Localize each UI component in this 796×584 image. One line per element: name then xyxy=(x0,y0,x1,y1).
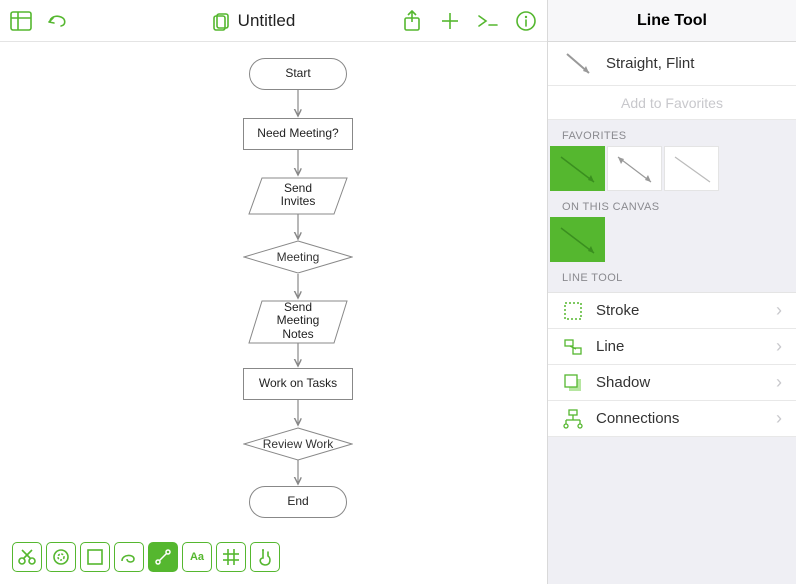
oncanvas-swatch-1[interactable] xyxy=(550,217,605,262)
section-linetool-label: LINE TOOL xyxy=(548,262,796,288)
inspector-panel: Line Tool Straight, Flint Add to Favorit… xyxy=(548,0,796,584)
main-area: Untitled xyxy=(0,0,548,584)
bottom-toolbar: Aa xyxy=(12,542,280,572)
documents-icon xyxy=(212,11,232,31)
console-icon[interactable] xyxy=(477,10,499,32)
line-preview-icon xyxy=(564,51,594,77)
shadow-icon xyxy=(562,373,584,393)
tool-touch[interactable] xyxy=(250,542,280,572)
tool-freehand[interactable] xyxy=(114,542,144,572)
document-title: Untitled xyxy=(238,11,296,31)
sidebar-icon[interactable] xyxy=(10,10,32,32)
tool-scissors[interactable] xyxy=(12,542,42,572)
line-preview[interactable]: Straight, Flint xyxy=(548,42,796,86)
line-tool-list: Stroke › Line › Shadow › xyxy=(548,292,796,437)
line-preview-label: Straight, Flint xyxy=(606,55,694,72)
list-item-stroke[interactable]: Stroke › xyxy=(548,293,796,329)
node-start[interactable]: Start xyxy=(249,58,347,90)
list-item-shadow[interactable]: Shadow › xyxy=(548,365,796,401)
stroke-icon xyxy=(562,301,584,321)
section-favorites-label: FAVORITES xyxy=(548,120,796,146)
chevron-right-icon: › xyxy=(776,372,782,393)
section-oncanvas-label: ON THIS CANVAS xyxy=(548,191,796,217)
list-item-line[interactable]: Line › xyxy=(548,329,796,365)
undo-icon[interactable] xyxy=(46,10,68,32)
info-icon[interactable] xyxy=(515,10,537,32)
chevron-right-icon: › xyxy=(776,300,782,321)
tool-line[interactable] xyxy=(148,542,178,572)
connections-icon xyxy=(562,409,584,429)
line-icon xyxy=(562,337,584,357)
node-meeting[interactable]: Meeting xyxy=(243,240,353,274)
top-toolbar: Untitled xyxy=(0,0,547,42)
node-need-meeting[interactable]: Need Meeting? xyxy=(243,118,353,150)
favorite-swatch-1[interactable] xyxy=(550,146,605,191)
chevron-right-icon: › xyxy=(776,336,782,357)
add-icon[interactable] xyxy=(439,10,461,32)
tool-shape[interactable] xyxy=(80,542,110,572)
tool-text[interactable]: Aa xyxy=(182,542,212,572)
canvas[interactable]: Start Need Meeting? Send Invites Meeting… xyxy=(0,42,547,584)
node-work-on-tasks[interactable]: Work on Tasks xyxy=(243,368,353,400)
favorites-swatches xyxy=(548,146,796,191)
tool-grid[interactable] xyxy=(216,542,246,572)
tool-style[interactable] xyxy=(46,542,76,572)
document-title-area[interactable]: Untitled xyxy=(120,11,387,31)
node-end[interactable]: End xyxy=(249,486,347,518)
node-review-work[interactable]: Review Work xyxy=(243,427,353,461)
share-icon[interactable] xyxy=(401,10,423,32)
chevron-right-icon: › xyxy=(776,408,782,429)
favorite-swatch-2[interactable] xyxy=(607,146,662,191)
node-send-invites[interactable]: Send Invites xyxy=(248,177,348,213)
list-item-connections[interactable]: Connections › xyxy=(548,401,796,437)
inspector-title: Line Tool xyxy=(548,0,796,42)
node-send-meeting-notes[interactable]: Send Meeting Notes xyxy=(248,300,348,342)
add-to-favorites-button[interactable]: Add to Favorites xyxy=(548,86,796,120)
favorite-swatch-3[interactable] xyxy=(664,146,719,191)
oncanvas-swatches xyxy=(548,217,796,262)
